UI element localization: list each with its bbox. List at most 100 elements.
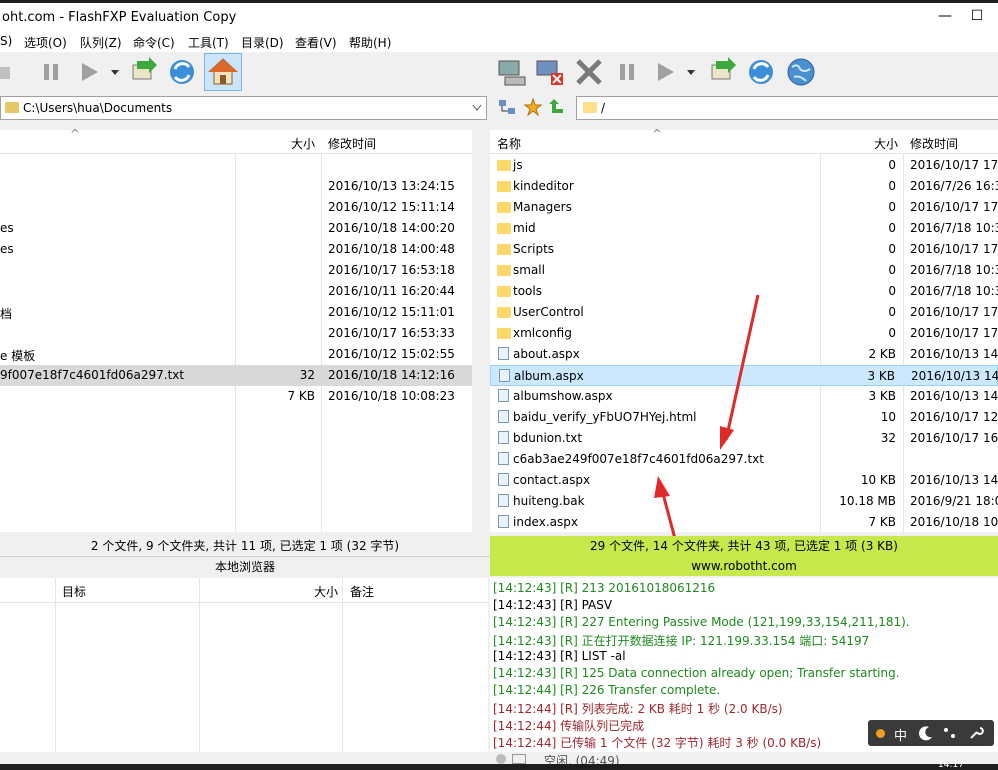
connect-computer-icon[interactable] bbox=[495, 55, 529, 89]
maximize-button[interactable]: ☐ bbox=[962, 8, 992, 28]
list-item[interactable]: 2016/10/17 16:53:18 bbox=[0, 260, 472, 281]
disconnect-icon[interactable] bbox=[533, 55, 567, 89]
log-line: [14:12:43] [R] PASV bbox=[493, 598, 613, 612]
right-header-modified[interactable]: 修改时间 bbox=[910, 135, 958, 152]
minimize-button[interactable]: — bbox=[930, 8, 960, 28]
transfer-icon-right[interactable] bbox=[706, 55, 740, 89]
dropdown-arrow-icon-right[interactable] bbox=[684, 55, 698, 89]
right-header-size[interactable]: 大小 bbox=[874, 135, 898, 152]
folder-icon bbox=[497, 265, 511, 276]
menu-item-help[interactable]: 帮助(H) bbox=[349, 34, 391, 51]
punctuation-icon[interactable] bbox=[942, 725, 958, 741]
list-item[interactable]: small 0 2016/7/18 10:3 bbox=[490, 260, 998, 281]
left-status: 2 个文件, 9 个文件夹, 共计 11 项, 已选定 1 项 (32 字节) bbox=[90, 539, 400, 553]
left-header-modified[interactable]: 修改时间 bbox=[328, 135, 376, 152]
menu-item-commands[interactable]: 命令(C) bbox=[133, 34, 175, 51]
file-icon bbox=[498, 494, 509, 507]
list-item[interactable]: Managers 0 2016/10/17 17: bbox=[490, 197, 998, 218]
right-path-input[interactable]: / bbox=[576, 96, 998, 120]
file-icon bbox=[498, 389, 509, 402]
log-line: [14:12:43] [R] 213 20161018061216 bbox=[493, 581, 716, 595]
queue-pane: 目标 大小 备注 bbox=[0, 578, 488, 752]
parent-directory-icon[interactable] bbox=[548, 98, 566, 116]
folder-icon bbox=[497, 328, 511, 339]
menu-item-view[interactable]: 查看(V) bbox=[295, 34, 337, 51]
left-toolbar bbox=[0, 52, 490, 92]
taskbar-clock: 14:17 bbox=[938, 760, 964, 770]
queue-header-target[interactable]: 目标 bbox=[62, 583, 86, 600]
right-status: 29 个文件, 14 个文件夹, 共计 43 项, 已选定 1 项 (3 KB) bbox=[590, 539, 898, 553]
wrench-icon[interactable] bbox=[968, 725, 984, 741]
folder-icon bbox=[583, 102, 597, 113]
arrow-head-icon bbox=[654, 476, 670, 498]
right-header-name[interactable]: 名称 bbox=[497, 135, 521, 152]
left-substatus: 本地浏览器 bbox=[0, 556, 490, 576]
menu-item-directory[interactable]: 目录(D) bbox=[241, 34, 284, 51]
refresh-icon[interactable] bbox=[165, 55, 199, 89]
log-line: [14:12:43] [R] 125 Data connection alrea… bbox=[493, 666, 900, 680]
refresh-icon-right[interactable] bbox=[744, 55, 778, 89]
pause-icon[interactable] bbox=[36, 55, 70, 89]
list-item[interactable]: kindeditor 0 2016/7/26 16:3 bbox=[490, 176, 998, 197]
file-icon bbox=[498, 473, 509, 486]
queue-header-size[interactable]: 大小 bbox=[314, 583, 338, 600]
right-toolbar bbox=[490, 52, 998, 92]
queue-header-note[interactable]: 备注 bbox=[350, 583, 374, 600]
abort-icon[interactable] bbox=[572, 55, 606, 89]
menu-item-s[interactable]: S) bbox=[0, 34, 12, 48]
list-item[interactable]: 2016/10/11 16:20:44 bbox=[0, 281, 472, 302]
play-icon-right[interactable] bbox=[650, 55, 684, 89]
globe-icon[interactable] bbox=[784, 55, 818, 89]
home-button[interactable] bbox=[204, 53, 242, 91]
right-list-header: 名称 ^ 大小 修改时间 bbox=[490, 127, 998, 154]
menu-item-options[interactable]: 选项(O) bbox=[24, 34, 67, 51]
menu-item-tools[interactable]: 工具(T) bbox=[188, 34, 229, 51]
window-title: oht.com - FlashFXP Evaluation Copy bbox=[2, 10, 237, 25]
list-item[interactable]: 2016/10/13 13:24:15 bbox=[0, 176, 472, 197]
play-icon[interactable] bbox=[74, 55, 108, 89]
moon-icon[interactable] bbox=[918, 725, 934, 741]
list-item[interactable]: 档 2016/10/12 15:11:01 bbox=[0, 302, 472, 323]
list-item[interactable]: Scripts 0 2016/10/17 17: bbox=[490, 239, 998, 260]
right-substatus: www.robotht.com bbox=[691, 559, 797, 573]
pause-icon-right[interactable] bbox=[612, 55, 646, 89]
chevron-down-icon[interactable] bbox=[472, 104, 482, 112]
transfer-icon[interactable] bbox=[127, 55, 161, 89]
left-list-header: ^ 大小 修改时间 bbox=[0, 127, 472, 154]
right-status-panel: 29 个文件, 14 个文件夹, 共计 43 项, 已选定 1 项 (3 KB)… bbox=[490, 536, 998, 576]
list-item[interactable]: 2016/10/17 16:53:33 bbox=[0, 323, 472, 344]
list-item[interactable]: 2016/10/12 15:11:14 bbox=[0, 197, 472, 218]
folder-icon bbox=[497, 202, 511, 213]
status-box-icon bbox=[512, 754, 526, 764]
ime-toolbar[interactable]: 中 bbox=[868, 720, 994, 746]
file-icon bbox=[499, 369, 510, 382]
folder-icon bbox=[497, 160, 511, 171]
list-item[interactable]: es 2016/10/18 14:00:20 bbox=[0, 218, 472, 239]
left-header-size[interactable]: 大小 bbox=[291, 135, 315, 152]
list-item[interactable]: e 模板 2016/10/12 15:02:55 bbox=[0, 344, 472, 365]
favorite-star-icon[interactable] bbox=[524, 98, 542, 116]
dropdown-arrow-icon[interactable] bbox=[108, 55, 122, 89]
site-tree-icon[interactable] bbox=[498, 99, 516, 117]
folder-icon bbox=[497, 244, 511, 255]
folder-icon bbox=[497, 181, 511, 192]
right-path-text: / bbox=[601, 101, 606, 115]
home-icon bbox=[208, 58, 238, 85]
log-line: [14:12:44] 已传输 1 个文件 (32 字节) 耗时 3 秒 (0.0… bbox=[493, 736, 822, 750]
sort-arrow-icon: ^ bbox=[70, 127, 81, 141]
connect-icon[interactable] bbox=[0, 55, 14, 89]
file-icon bbox=[498, 431, 509, 444]
left-scrollbar[interactable] bbox=[472, 130, 490, 532]
taskbar: 14:17 bbox=[0, 760, 998, 770]
left-path-combobox[interactable]: C:\Users\hua\Documents bbox=[0, 96, 487, 120]
list-item[interactable]: mid 0 2016/7/18 10:3 bbox=[490, 218, 998, 239]
list-item[interactable]: 7 KB 2016/10/18 10:08:23 bbox=[0, 386, 472, 407]
list-item[interactable]: js 0 2016/10/17 17: bbox=[490, 155, 998, 176]
list-item-selected[interactable]: 9f007e18f7c4601fd06a297.txt 32 2016/10/18 … bbox=[0, 365, 472, 386]
ime-logo-icon bbox=[876, 729, 885, 738]
list-item[interactable]: es 2016/10/18 14:00:48 bbox=[0, 239, 472, 260]
menu-item-queue[interactable]: 队列(Z) bbox=[80, 34, 122, 51]
ime-mode-label[interactable]: 中 bbox=[894, 725, 907, 744]
file-icon bbox=[498, 410, 509, 423]
log-line: [14:12:44] [R] 226 Transfer complete. bbox=[493, 683, 721, 697]
